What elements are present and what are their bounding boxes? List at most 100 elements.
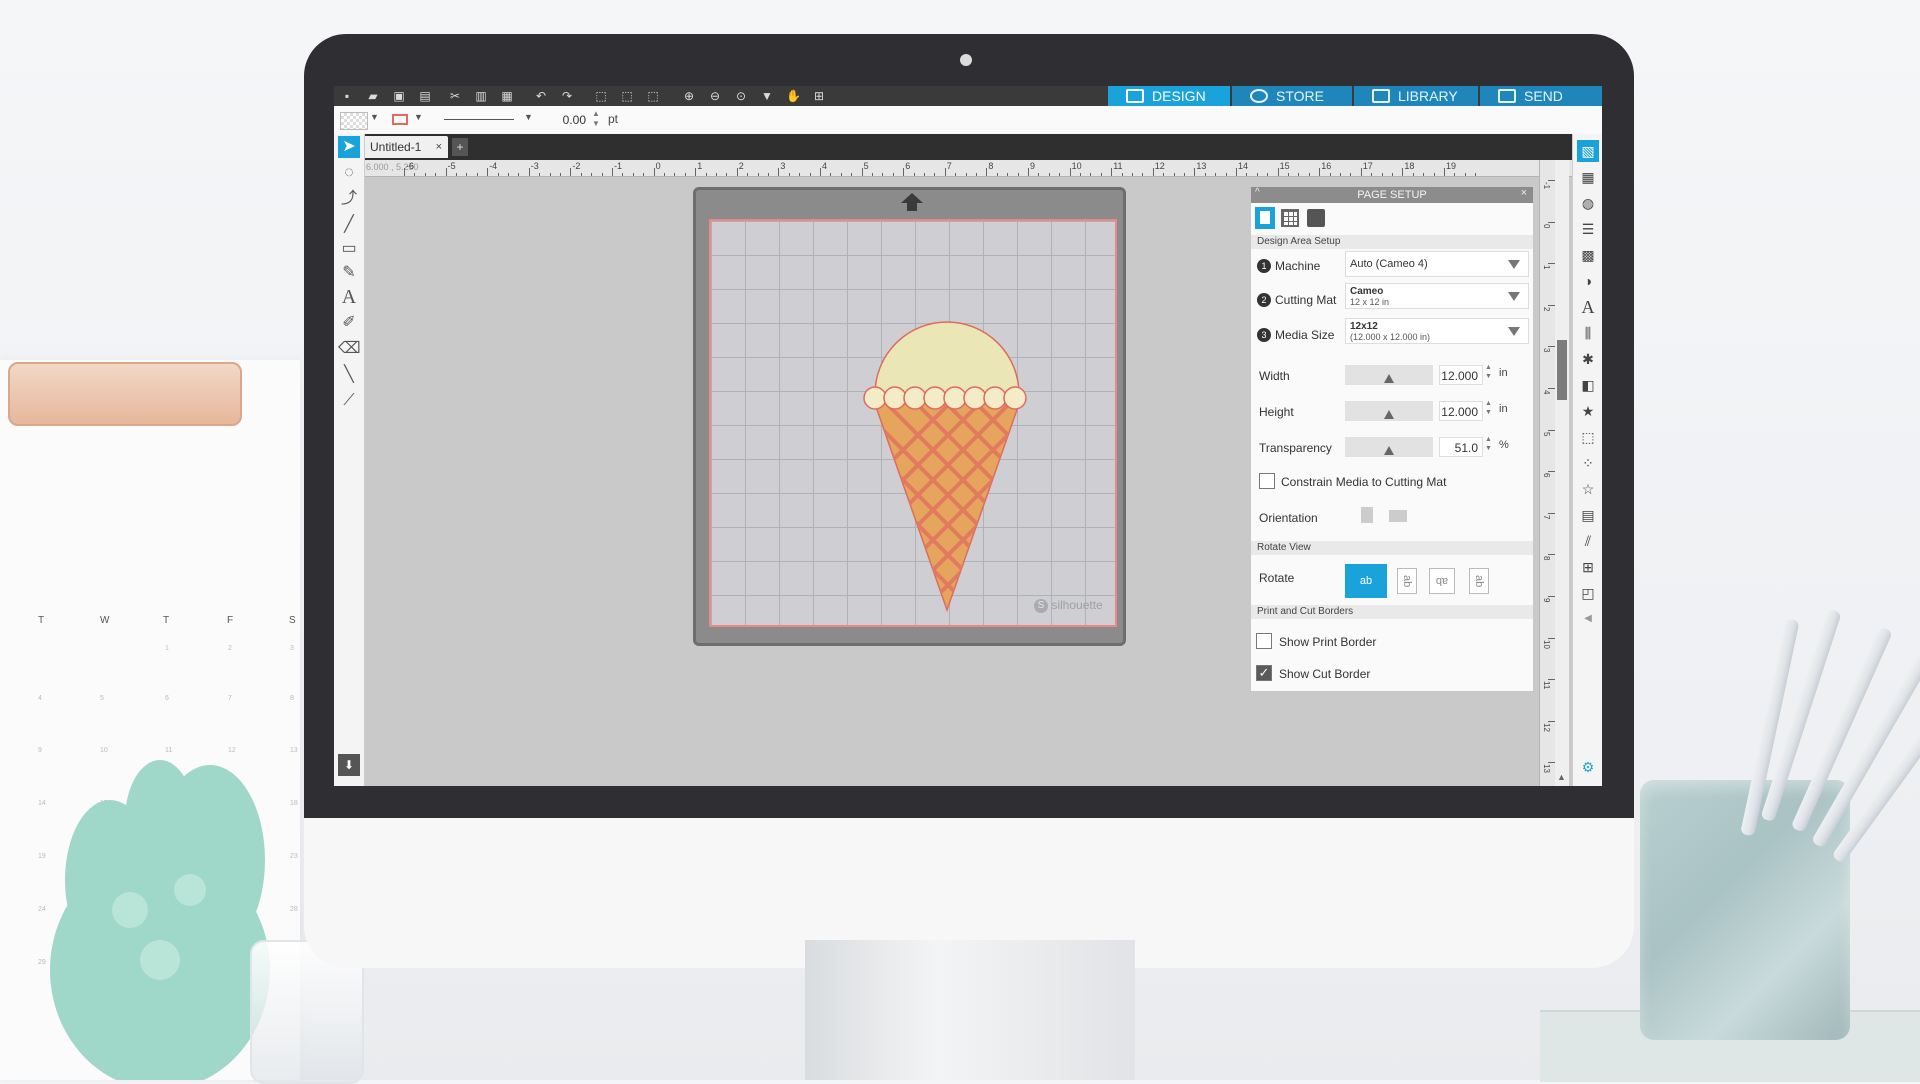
modify-star-icon[interactable]: ★: [1577, 400, 1599, 422]
document-tab[interactable]: Untitled-1 ×: [364, 136, 448, 158]
line-tool-icon[interactable]: ╱: [338, 214, 360, 236]
slider-thumb[interactable]: [1384, 446, 1394, 455]
paste-icon[interactable]: ▦: [500, 89, 514, 103]
rotate-180-button[interactable]: ab: [1429, 568, 1455, 594]
width-slider[interactable]: [1345, 365, 1433, 385]
redo-icon[interactable]: ↷: [560, 89, 574, 103]
select-by-color-icon[interactable]: ⬚: [646, 89, 660, 103]
line-panel-icon[interactable]: ☰: [1577, 218, 1599, 240]
collapse-panel-icon[interactable]: ^: [1255, 187, 1260, 198]
machine-select[interactable]: Auto (Cameo 4): [1345, 251, 1529, 277]
rotate-90-button[interactable]: ab: [1397, 568, 1417, 594]
media-size-select[interactable]: 12x12 (12.000 x 12.000 in): [1345, 318, 1529, 344]
line-style-sample[interactable]: [444, 119, 514, 120]
width-field[interactable]: 12.000: [1439, 365, 1483, 385]
zoom-in-icon[interactable]: ⊕: [682, 89, 696, 103]
slider-thumb[interactable]: [1384, 410, 1394, 419]
transparency-slider[interactable]: [1345, 437, 1433, 457]
vertical-scrollbar[interactable]: ▲: [1555, 160, 1569, 786]
height-stepper-icon[interactable]: ▲ ▼: [1485, 399, 1492, 417]
landscape-orientation-icon[interactable]: [1389, 510, 1407, 522]
scrollbar-thumb[interactable]: [1557, 340, 1567, 400]
height-slider[interactable]: [1345, 401, 1433, 421]
fill-dropdown-icon[interactable]: ▼: [370, 112, 379, 122]
sketch-tool-icon[interactable]: ✐: [338, 312, 360, 334]
ruler-minor-tick: [799, 173, 801, 176]
grid-settings-tab[interactable]: [1281, 209, 1299, 227]
close-panel-icon[interactable]: ×: [1521, 187, 1527, 199]
save-icon[interactable]: ▣: [392, 89, 406, 103]
constrain-media-checkbox[interactable]: [1259, 473, 1275, 489]
library-save-icon[interactable]: ⬇: [338, 754, 360, 776]
fill-swatch[interactable]: [340, 112, 368, 130]
pan-hand-icon[interactable]: ✋: [786, 89, 801, 103]
transparency-stepper-icon[interactable]: ▲ ▼: [1485, 435, 1492, 453]
tab-send[interactable]: SEND: [1480, 86, 1602, 106]
show-print-border-checkbox[interactable]: [1256, 633, 1272, 649]
open-file-icon[interactable]: ▰: [366, 89, 380, 103]
zoom-out-icon[interactable]: ⊖: [708, 89, 722, 103]
zoom-select-icon[interactable]: ⊙: [734, 89, 748, 103]
pattern-panel-icon[interactable]: ▩: [1577, 244, 1599, 266]
replicate-icon[interactable]: ◧: [1577, 374, 1599, 396]
collapse-icon[interactable]: ◀: [1577, 608, 1599, 630]
fit-page-icon[interactable]: ⊞: [812, 89, 826, 103]
undo-icon[interactable]: ↶: [534, 89, 548, 103]
slider-thumb[interactable]: [1384, 374, 1394, 383]
settings-gear-icon[interactable]: ⚙: [1577, 756, 1599, 778]
tab-store[interactable]: STORE: [1232, 86, 1352, 106]
knife-tool-icon[interactable]: ╲: [338, 364, 360, 386]
lasso-tool-icon[interactable]: ◌: [338, 162, 360, 184]
eraser-tool-icon[interactable]: ⌫: [338, 338, 361, 360]
deselect-icon[interactable]: ⬚: [620, 89, 634, 103]
text-style-icon[interactable]: A: [1577, 296, 1599, 318]
tab-library[interactable]: LIBRARY: [1354, 86, 1478, 106]
scroll-down-icon[interactable]: ▲: [1557, 772, 1566, 782]
portrait-orientation-icon[interactable]: [1361, 507, 1373, 523]
select-tool-icon[interactable]: ➤: [338, 136, 360, 158]
rotate-0-button[interactable]: ab: [1345, 564, 1387, 598]
tab-design[interactable]: DESIGN: [1108, 86, 1230, 106]
close-tab-icon[interactable]: ×: [436, 136, 442, 158]
3d-icon[interactable]: ◰: [1577, 582, 1599, 604]
registration-marks-tab[interactable]: [1307, 209, 1325, 227]
new-tab-button[interactable]: +: [452, 138, 468, 156]
sketch-panel-icon[interactable]: ⫽: [1577, 530, 1599, 552]
new-file-icon[interactable]: ▪: [340, 89, 354, 103]
rotate-270-button[interactable]: ab: [1469, 568, 1489, 594]
transform-icon[interactable]: ✱: [1577, 348, 1599, 370]
pencil-tool-icon[interactable]: ✎: [338, 262, 360, 284]
rectangle-tool-icon[interactable]: ▭: [338, 238, 360, 260]
transparency-icon[interactable]: ◑: [1577, 270, 1599, 292]
text-tool-icon[interactable]: A: [338, 286, 360, 308]
width-stepper-icon[interactable]: ▲ ▼: [1485, 363, 1492, 381]
edit-points-icon[interactable]: ⤴: [338, 188, 360, 210]
ice-cream-design[interactable]: [863, 310, 1033, 620]
height-field[interactable]: 12.000: [1439, 401, 1483, 421]
zoom-fit-icon[interactable]: ▼: [760, 89, 774, 103]
show-cut-border-checkbox[interactable]: ✓: [1256, 665, 1272, 681]
page-setup-tab[interactable]: [1255, 207, 1275, 229]
copy-icon[interactable]: ▥: [474, 89, 488, 103]
print-icon[interactable]: ▤: [418, 89, 432, 103]
layers-icon[interactable]: ⊞: [1577, 556, 1599, 578]
align-icon[interactable]: ⫼: [1577, 322, 1599, 344]
line-color-swatch[interactable]: [392, 114, 408, 125]
transparency-field[interactable]: 51.0: [1439, 437, 1483, 457]
trace-icon[interactable]: ⁘: [1577, 452, 1599, 474]
fill-panel-icon[interactable]: ◍: [1577, 192, 1599, 214]
ruler-minor-tick: [934, 173, 936, 176]
offset-icon[interactable]: ⬚: [1577, 426, 1599, 448]
line-color-dropdown-icon[interactable]: ▼: [414, 112, 423, 122]
select-all-icon[interactable]: ⬚: [594, 89, 608, 103]
line-width-stepper-icon[interactable]: ▲ ▼: [592, 109, 600, 129]
page-setup-icon[interactable]: ▧: [1577, 140, 1599, 162]
eyedropper-tool-icon[interactable]: ⟋: [338, 390, 360, 412]
cut-icon[interactable]: ✂: [448, 89, 462, 103]
star-outline-icon[interactable]: ☆: [1577, 478, 1599, 500]
line-style-dropdown-icon[interactable]: ▼: [524, 112, 533, 122]
cutting-mat-select[interactable]: Cameo 12 x 12 in: [1345, 283, 1529, 309]
line-width-field[interactable]: 0.00: [546, 110, 586, 130]
pixscan-icon[interactable]: ▦: [1577, 166, 1599, 188]
print-cut-icon[interactable]: ▤: [1577, 504, 1599, 526]
